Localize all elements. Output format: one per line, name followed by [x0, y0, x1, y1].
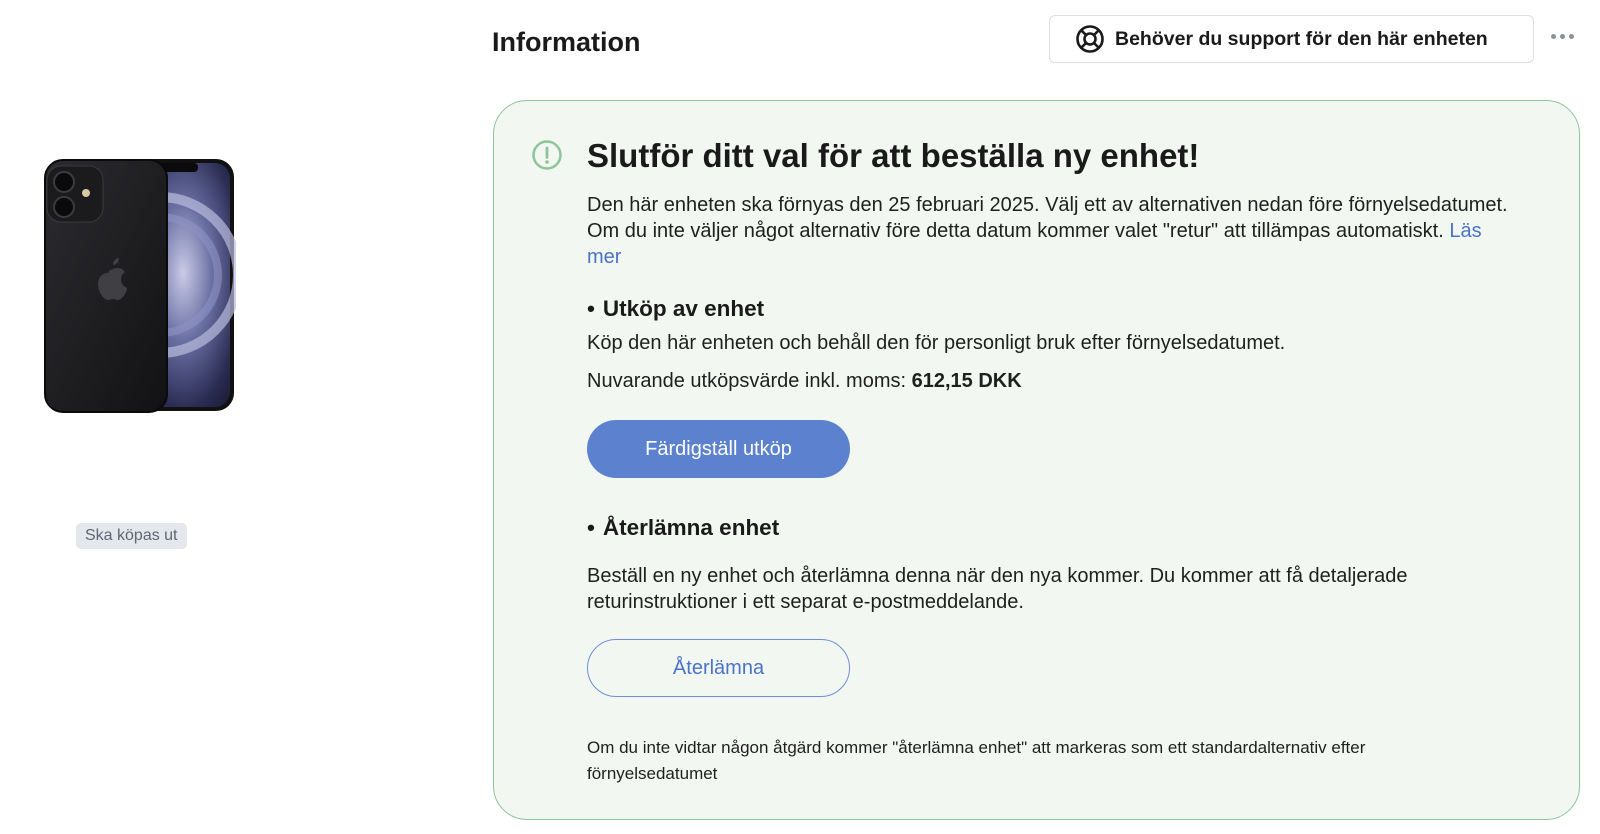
more-horizontal-icon[interactable] [1545, 22, 1579, 50]
complete-buyout-button[interactable]: Färdigställ utköp [587, 420, 850, 478]
return-heading-text: Återlämna enhet [602, 515, 780, 540]
buyout-heading: • Utköp av enhet [587, 296, 765, 321]
support-button[interactable]: Behöver du support för den här enheten [1049, 15, 1534, 63]
return-heading: • Återlämna enhet [587, 515, 780, 540]
page-title: Information [492, 27, 641, 57]
buyout-value: Nuvarande utköpsvärde inkl. moms: 612,15… [587, 370, 1022, 393]
buyout-value-label: Nuvarande utköpsvärde inkl. moms: [587, 370, 907, 392]
return-button[interactable]: Återlämna [587, 639, 850, 697]
buyout-heading-text: Utköp av enhet [602, 296, 765, 321]
card-title: Slutför ditt val för att beställa ny enh… [587, 137, 1200, 174]
buyout-description: Köp den här enheten och behåll den för p… [587, 332, 1286, 354]
status-badge: Ska köpas ut [76, 523, 187, 549]
card-intro: Den här enheten ska förnyas den 25 febru… [587, 192, 1517, 270]
buyout-value-amount: 612,15 DKK [911, 370, 1022, 392]
renewal-info-card: Slutför ditt val för att beställa ny enh… [493, 100, 1580, 820]
device-image [40, 155, 243, 415]
lifebuoy-icon [1075, 24, 1105, 54]
intro-text: Den här enheten ska förnyas den 25 febru… [587, 194, 1508, 242]
return-description: Beställ en ny enhet och återlämna denna … [587, 565, 1408, 613]
support-button-label: Behöver du support för den här enheten [1115, 27, 1488, 50]
default-note: Om du inte vidtar någon åtgärd kommer "å… [587, 738, 1366, 783]
